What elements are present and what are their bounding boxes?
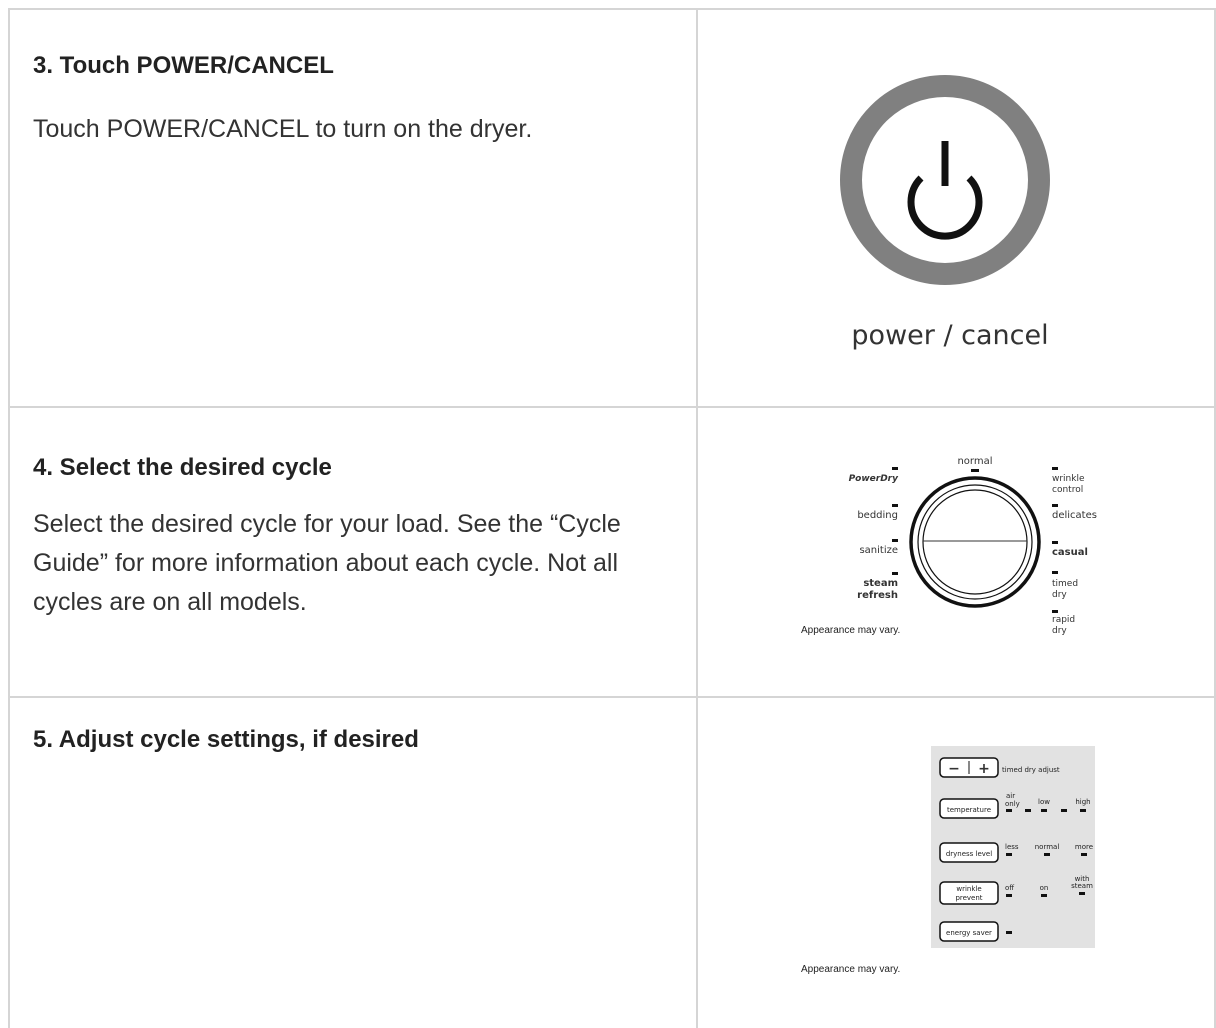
- row-divider-2: [8, 696, 1216, 698]
- wrinkle-prevent-button: wrinkle prevent: [939, 881, 999, 905]
- cycle-control-label: control: [1052, 485, 1083, 495]
- step-4-body: Select the desired cycle for your load. …: [33, 510, 621, 616]
- wrinkle-steam-label: steam: [1071, 882, 1093, 890]
- cycle-casual-label: casual: [1052, 547, 1088, 558]
- cycle-delicates-label: delicates: [1052, 510, 1097, 521]
- table-top-border: [8, 8, 1216, 10]
- svg-text:dryness level: dryness level: [946, 850, 992, 858]
- timed-dry-adjust-button: − +: [939, 757, 999, 778]
- dryness-less-label: less: [1005, 843, 1019, 851]
- power-cancel-label: power / cancel: [851, 320, 1048, 351]
- cycle-normal-indicator: [971, 469, 979, 472]
- bedding-indicator: [892, 504, 898, 507]
- dryness-level-button: dryness level: [939, 842, 999, 863]
- cycle-timed-label: timed: [1052, 579, 1078, 589]
- svg-text:energy saver: energy saver: [946, 929, 992, 937]
- steam-refresh-indicator: [892, 572, 898, 575]
- plus-icon: +: [978, 761, 990, 777]
- timed-dry-adjust-label: timed dry adjust: [1002, 766, 1060, 774]
- wrinkle-off-label: off: [1005, 884, 1014, 892]
- column-divider: [696, 8, 698, 1028]
- row-divider-1: [8, 406, 1216, 408]
- cycle-refresh-label: refresh: [857, 590, 898, 601]
- wrinkle-control-indicator: [1052, 467, 1058, 470]
- svg-text:wrinkle: wrinkle: [956, 885, 981, 893]
- cycle-dial-illustration: normal PowerDry bedding sanitize steam r…: [801, 456, 1097, 636]
- powerdry-indicator: [892, 467, 898, 470]
- cycle-dial: [909, 476, 1041, 608]
- rapid-dry-indicator: [1052, 610, 1058, 613]
- cycle-normal-label: normal: [957, 456, 992, 467]
- temp-only-label: only: [1005, 800, 1020, 808]
- temp-air-label: air: [1006, 792, 1015, 800]
- table-left-border: [8, 8, 10, 1028]
- dryness-more-label: more: [1075, 843, 1093, 851]
- power-cancel-illustration: power / cancel: [840, 75, 1050, 351]
- casual-indicator: [1052, 541, 1058, 544]
- timed-dry-indicator: [1052, 571, 1058, 574]
- step-3-title: 3. Touch POWER/CANCEL: [33, 52, 334, 79]
- cycle-rapid-label: rapid: [1052, 615, 1075, 625]
- settings-appearance-caption: Appearance may vary.: [801, 964, 900, 975]
- energy-saver-indicator: [1006, 931, 1012, 934]
- temp-high-label: high: [1075, 798, 1090, 806]
- cycle-steam-label: steam: [863, 578, 898, 589]
- wrinkle-on-label: on: [1040, 884, 1049, 892]
- power-icon: [907, 141, 983, 240]
- cycle-sanitize-label: sanitize: [859, 545, 898, 556]
- sanitize-indicator: [892, 539, 898, 542]
- step-4-title: 4. Select the desired cycle: [33, 454, 332, 481]
- svg-text:temperature: temperature: [947, 806, 991, 814]
- temp-low-label: low: [1038, 798, 1050, 806]
- minus-icon: −: [948, 761, 960, 777]
- cycle-appearance-caption: Appearance may vary.: [801, 625, 900, 636]
- cycle-bedding-label: bedding: [857, 510, 898, 521]
- cycle-settings-panel-illustration: − + timed dry adjust temperature air onl…: [801, 746, 1095, 975]
- step-3-body: Touch POWER/CANCEL to turn on the dryer.: [33, 115, 533, 143]
- delicates-indicator: [1052, 504, 1058, 507]
- step-5-title: 5. Adjust cycle settings, if desired: [33, 726, 419, 753]
- cycle-wrinkle-label: wrinkle: [1052, 474, 1085, 484]
- cycle-powerdry-label: PowerDry: [849, 474, 900, 484]
- dryness-normal-label: normal: [1035, 843, 1060, 851]
- energy-saver-button: energy saver: [939, 921, 999, 942]
- svg-text:prevent: prevent: [955, 894, 982, 902]
- cycle-timed-dry-label: dry: [1052, 590, 1067, 600]
- cycle-rapid-dry-label: dry: [1052, 626, 1067, 636]
- temperature-button: temperature: [939, 798, 999, 819]
